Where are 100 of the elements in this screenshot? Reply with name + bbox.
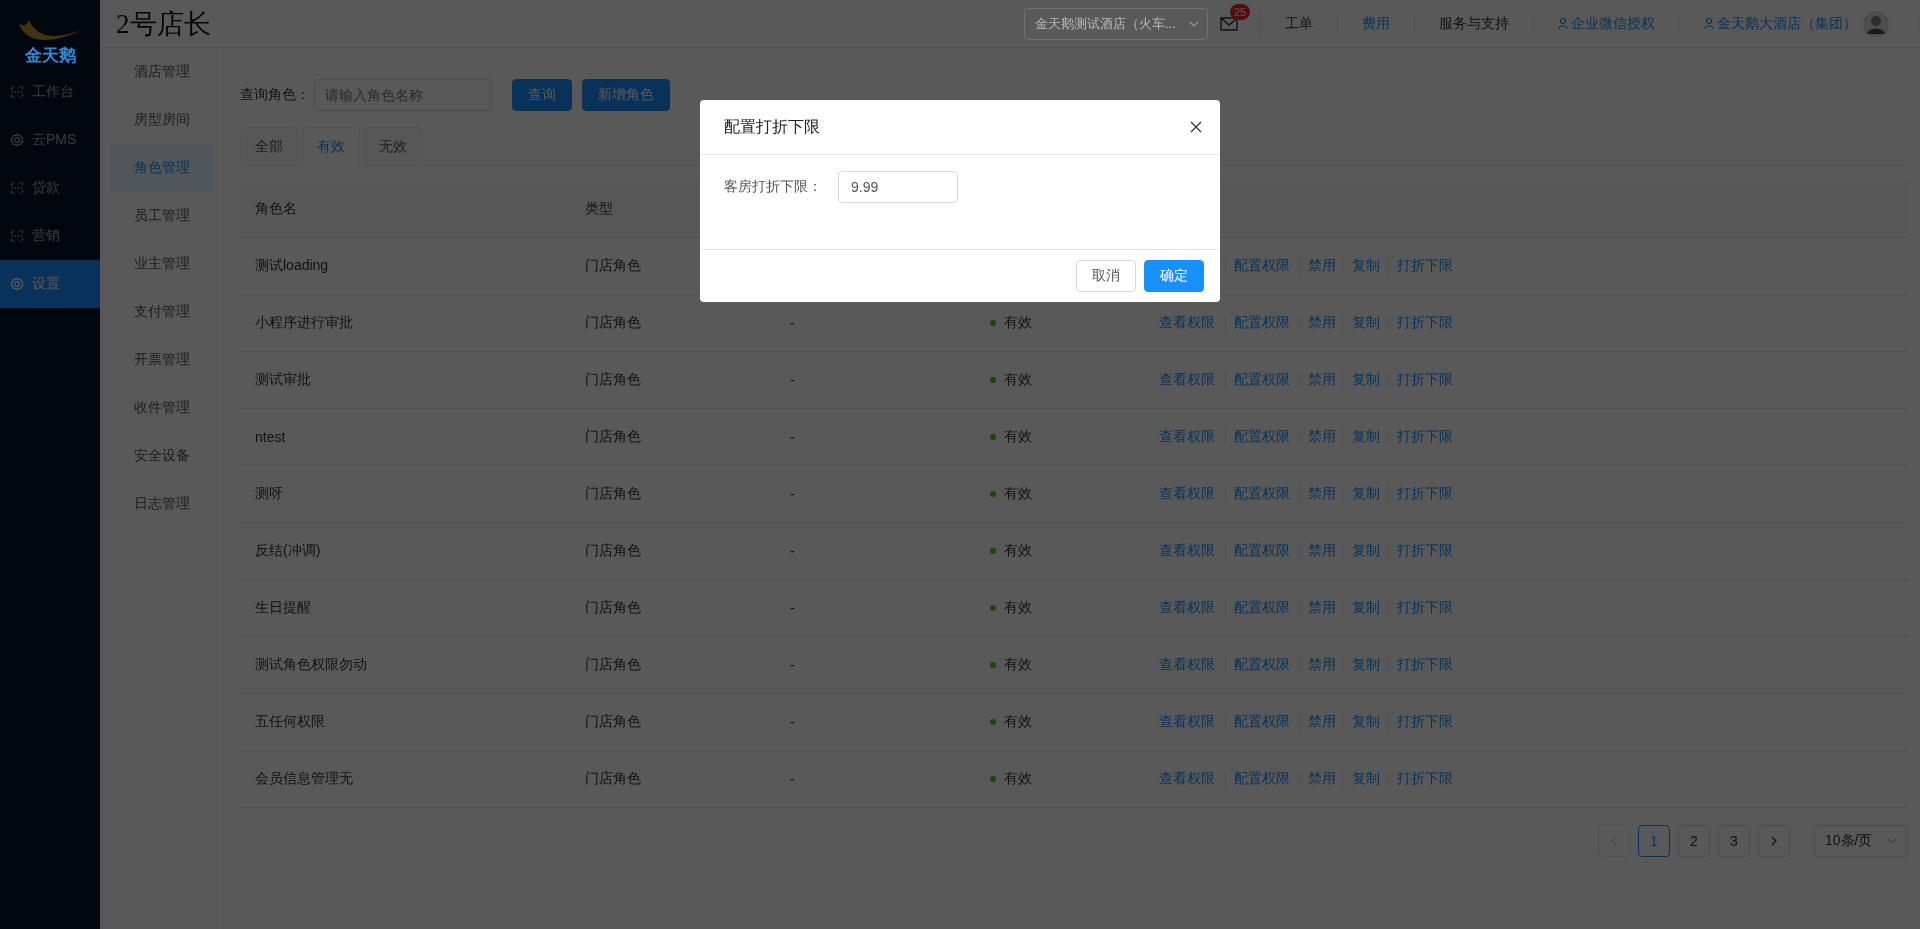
page-button[interactable]: 1 [1638,825,1670,857]
action-link[interactable]: 打折下限 [1397,371,1453,389]
action-link[interactable]: 打折下限 [1397,713,1453,731]
action-link[interactable]: 复制 [1352,542,1380,560]
action-link[interactable]: 禁用 [1308,656,1336,674]
status-text: 有效 [1004,371,1032,389]
action-link[interactable]: 禁用 [1308,542,1336,560]
tab[interactable]: 有效 [302,127,360,166]
action-link[interactable]: 复制 [1352,713,1380,731]
mail-icon [1220,16,1238,31]
store-select[interactable]: 金天鹅测试酒店（火车... [1024,7,1208,40]
chevron-down-icon [1189,20,1199,27]
header-link[interactable]: 工单 [1261,14,1337,33]
action-link[interactable]: 复制 [1352,428,1380,446]
action-link[interactable]: 复制 [1352,656,1380,674]
table-cell: - [790,486,795,502]
action-link[interactable]: 打折下限 [1397,599,1453,617]
action-link[interactable]: 打折下限 [1397,314,1453,332]
action-button[interactable]: 新增角色 [582,79,670,111]
action-link[interactable]: 禁用 [1308,257,1336,275]
table-cell: 生日提醒 [255,599,311,617]
action-link[interactable]: 配置权限 [1234,485,1290,503]
action-link[interactable]: 复制 [1352,257,1380,275]
action-link[interactable]: 查看权限 [1159,485,1215,503]
header-link[interactable]: 服务与支持 [1415,14,1533,33]
field-label: 客房打折下限： [724,178,822,196]
action-link[interactable]: 查看权限 [1159,314,1215,332]
column-header: 类型 [585,200,613,218]
action-link[interactable]: 配置权限 [1234,371,1290,389]
discount-field[interactable]: 9.99 [838,171,958,203]
cancel-button[interactable]: 取消 [1076,260,1136,292]
table-cell: - [790,315,795,331]
user-icon [1558,17,1568,30]
action-link[interactable]: 配置权限 [1234,257,1290,275]
confirm-button[interactable]: 确定 [1144,260,1204,292]
action-link[interactable]: 配置权限 [1234,713,1290,731]
table-cell: 测试角色权限勿动 [255,656,367,674]
table-cell: - [790,714,795,730]
action-link[interactable]: 查看权限 [1159,428,1215,446]
header-link[interactable]: 费用 [1338,14,1414,33]
table-cell: ntest [255,429,286,445]
action-link[interactable]: 打折下限 [1397,257,1453,275]
action-link[interactable]: 打折下限 [1397,485,1453,503]
action-link[interactable]: 查看权限 [1159,371,1215,389]
table-cell: 门店角色 [585,542,641,560]
table-cell: 门店角色 [585,770,641,788]
action-button[interactable]: 查询 [512,79,572,111]
page-button[interactable]: 2 [1678,825,1710,857]
close-icon [1190,121,1202,133]
action-link[interactable]: 配置权限 [1234,599,1290,617]
action-link[interactable]: 禁用 [1308,770,1336,788]
action-link[interactable]: 复制 [1352,485,1380,503]
frame-icon [10,85,24,99]
action-link[interactable]: 配置权限 [1234,428,1290,446]
column-header: 角色名 [255,200,297,218]
action-link[interactable]: 禁用 [1308,314,1336,332]
action-link[interactable]: 复制 [1352,371,1380,389]
action-link[interactable]: 配置权限 [1234,314,1290,332]
nav-item[interactable]: 设置 [0,260,100,308]
action-link[interactable]: 查看权限 [1159,599,1215,617]
table-cell: 门店角色 [585,485,641,503]
action-link[interactable]: 复制 [1352,314,1380,332]
action-link[interactable]: 配置权限 [1234,656,1290,674]
sub-nav-item[interactable]: 安全设备 [110,432,213,480]
action-link[interactable]: 打折下限 [1397,770,1453,788]
action-link[interactable]: 查看权限 [1159,713,1215,731]
action-link[interactable]: 配置权限 [1234,542,1290,560]
action-link[interactable]: 复制 [1352,599,1380,617]
action-link[interactable]: 配置权限 [1234,770,1290,788]
header-link[interactable]: 企业微信授权 [1534,14,1679,33]
table-cell: - [790,600,795,616]
frame-icon [10,229,24,243]
action-link[interactable]: 禁用 [1308,371,1336,389]
status-text: 有效 [1004,485,1032,503]
action-link[interactable]: 禁用 [1308,485,1336,503]
table-cell: 门店角色 [585,257,641,275]
app-title: 2号店长 [115,7,211,41]
table-cell: - [790,372,795,388]
page-button[interactable]: 3 [1718,825,1750,857]
table-cell: 门店角色 [585,371,641,389]
table-cell: 五任何权限 [255,713,325,731]
action-link[interactable]: 查看权限 [1159,656,1215,674]
action-link[interactable]: 打折下限 [1397,656,1453,674]
action-link[interactable]: 查看权限 [1159,770,1215,788]
table-cell: 会员信息管理无 [255,770,353,788]
action-link[interactable]: 打折下限 [1397,428,1453,446]
action-link[interactable]: 打折下限 [1397,542,1453,560]
table-cell: - [790,429,795,445]
sub-nav-item[interactable]: 房型房间 [110,96,213,144]
action-link[interactable]: 禁用 [1308,428,1336,446]
sub-nav-item[interactable]: 角色管理 [110,144,213,192]
action-link[interactable]: 禁用 [1308,713,1336,731]
action-link[interactable]: 禁用 [1308,599,1336,617]
action-link[interactable]: 查看权限 [1159,542,1215,560]
page-size-select[interactable]: 10条/页 [1814,825,1908,857]
tab[interactable]: 无效 [364,127,422,165]
table-cell: 小程序进行审批 [255,314,353,332]
table-cell: - [790,657,795,673]
next-page-button[interactable] [1758,825,1790,857]
action-link[interactable]: 复制 [1352,770,1380,788]
